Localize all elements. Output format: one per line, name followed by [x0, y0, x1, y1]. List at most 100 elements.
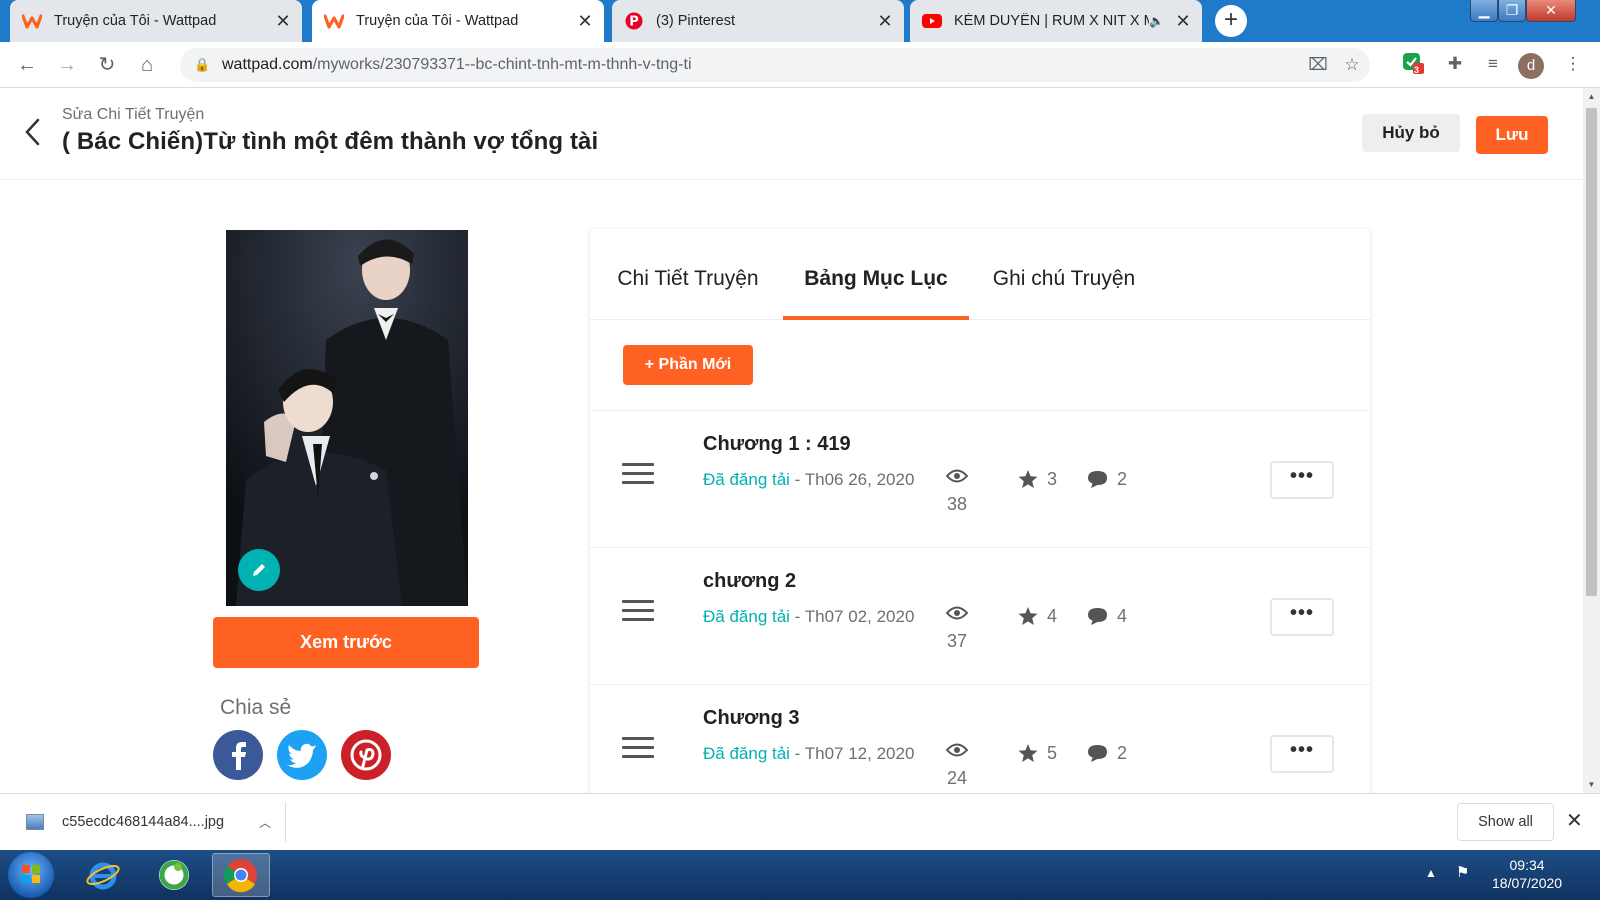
share-label: Chia sẻ: [220, 696, 292, 719]
browser-tab[interactable]: P (3) Pinterest ✕: [612, 0, 904, 42]
coccoc-browser-icon[interactable]: [145, 853, 203, 897]
scroll-up-icon[interactable]: ▲: [1583, 88, 1600, 105]
window-close-button[interactable]: ✕: [1526, 0, 1576, 22]
edit-pencil-icon[interactable]: [238, 549, 280, 591]
browser-tab[interactable]: KÉM DUYÊN | RUM X NIT X M 🔈 ✕: [910, 0, 1202, 42]
extension-shield-icon[interactable]: 3: [1402, 52, 1424, 75]
story-tabs: Chi Tiết Truyện Bảng Mục Lục Ghi chú Tru…: [590, 229, 1370, 320]
download-shelf: c55ecdc468144a84....jpg ︿ Show all ✕: [0, 793, 1600, 850]
comments-count: 4: [1117, 606, 1128, 626]
published-date: - Th06 26, 2020: [789, 470, 915, 489]
cancel-button[interactable]: Hủy bỏ: [1362, 114, 1460, 152]
comments-stat: 2: [1087, 469, 1127, 490]
comment-icon: [1088, 471, 1107, 488]
internet-explorer-icon[interactable]: [74, 853, 132, 897]
drag-handle-icon[interactable]: [622, 463, 654, 489]
twitter-icon[interactable]: [277, 730, 327, 780]
votes-count: 5: [1047, 743, 1058, 763]
comments-count: 2: [1117, 469, 1128, 489]
forward-arrow-icon[interactable]: →: [52, 50, 82, 80]
part-row[interactable]: Chương 1 : 419 Đã đăng tải - Th06 26, 20…: [590, 411, 1370, 548]
part-status: Đã đăng tải - Th07 12, 2020: [703, 744, 914, 764]
download-item[interactable]: c55ecdc468144a84....jpg ︿: [14, 802, 286, 842]
start-button[interactable]: [8, 852, 54, 898]
bookmark-star-icon[interactable]: ☆: [1340, 53, 1364, 77]
new-tab-button[interactable]: +: [1215, 5, 1247, 37]
close-icon[interactable]: ✕: [1566, 808, 1583, 833]
part-title[interactable]: Chương 1 : 419: [703, 433, 851, 456]
views-count: 24: [946, 768, 968, 788]
chrome-taskbar-icon[interactable]: [212, 853, 270, 897]
chrome-menu-icon[interactable]: ⋮: [1562, 53, 1584, 75]
drag-handle-icon[interactable]: [622, 737, 654, 763]
published-label: Đã đăng tải: [703, 744, 790, 763]
tab-table-of-contents[interactable]: Bảng Mục Lục: [783, 229, 969, 320]
scrollbar-thumb[interactable]: [1586, 108, 1597, 596]
tab-close-icon[interactable]: ✕: [576, 11, 594, 32]
tab-story-details[interactable]: Chi Tiết Truyện: [616, 229, 760, 320]
tab-title: KÉM DUYÊN | RUM X NIT X M: [954, 13, 1150, 29]
drag-handle-icon[interactable]: [622, 600, 654, 626]
show-all-button[interactable]: Show all: [1457, 803, 1554, 841]
story-header: Sửa Chi Tiết Truyện ( Bác Chiến)Từ tình …: [0, 88, 1583, 180]
part-row[interactable]: chương 2 Đã đăng tải - Th07 02, 2020 37 …: [590, 548, 1370, 685]
tab-close-icon[interactable]: ✕: [274, 11, 292, 32]
back-chevron-icon[interactable]: [18, 114, 48, 150]
browser-tab-strip: Truyện của Tôi - Wattpad ✕ Truyện của Tô…: [0, 0, 1600, 42]
clock-date: 18/07/2020: [1492, 875, 1563, 891]
home-icon[interactable]: ⌂: [132, 50, 162, 80]
preview-button[interactable]: Xem trước: [213, 617, 479, 668]
tab-close-icon[interactable]: ✕: [1174, 11, 1192, 32]
tab-close-icon[interactable]: ✕: [876, 11, 894, 32]
part-title[interactable]: chương 2: [703, 570, 796, 593]
save-button[interactable]: Lưu: [1476, 116, 1548, 154]
votes-count: 4: [1047, 606, 1058, 626]
browser-tab[interactable]: Truyện của Tôi - Wattpad ✕: [10, 0, 302, 42]
views-count: 37: [946, 631, 968, 651]
extension-badge: 3: [1414, 65, 1420, 75]
facebook-icon[interactable]: [213, 730, 263, 780]
wattpad-page: Sửa Chi Tiết Truyện ( Bác Chiến)Từ tình …: [0, 88, 1583, 793]
download-filename: c55ecdc468144a84....jpg: [62, 814, 225, 830]
wattpad-icon: [22, 11, 42, 31]
media-control-icon[interactable]: ≡: [1482, 53, 1504, 75]
story-title: ( Bác Chiến)Từ tình một đêm thành vợ tổn…: [62, 128, 599, 155]
more-options-button[interactable]: •••: [1270, 461, 1334, 499]
scroll-down-icon[interactable]: ▼: [1583, 776, 1600, 793]
part-row[interactable]: Chương 3 Đã đăng tải - Th07 12, 2020 24 …: [590, 685, 1370, 793]
image-file-icon: [26, 814, 44, 830]
speaker-icon[interactable]: 🔈: [1149, 14, 1164, 28]
page-scrollbar[interactable]: ▲ ▼: [1583, 88, 1600, 793]
comments-count: 2: [1117, 743, 1128, 763]
new-part-button[interactable]: + Phần Mới: [623, 345, 753, 385]
more-options-button[interactable]: •••: [1270, 598, 1334, 636]
chevron-up-icon[interactable]: ︿: [259, 814, 271, 831]
back-arrow-icon[interactable]: ←: [12, 50, 42, 80]
pinterest-share-icon[interactable]: [341, 730, 391, 780]
tab-story-notes[interactable]: Ghi chú Truyện: [992, 229, 1136, 320]
address-bar[interactable]: 🔒 wattpad.com/myworks/230793371--bc-chin…: [180, 48, 1370, 82]
youtube-icon: [922, 11, 942, 31]
taskbar-clock[interactable]: 09:34 18/07/2020: [1492, 856, 1562, 892]
views-stat: 37: [942, 604, 972, 652]
extensions-puzzle-icon[interactable]: ✚: [1444, 53, 1466, 75]
tab-title: (3) Pinterest: [656, 13, 735, 29]
browser-tab-active[interactable]: Truyện của Tôi - Wattpad ✕: [312, 0, 604, 42]
wattpad-icon: [324, 11, 344, 31]
profile-avatar[interactable]: d: [1518, 53, 1544, 79]
comments-stat: 4: [1087, 606, 1127, 627]
pinterest-icon: P: [624, 11, 644, 31]
svg-text:P: P: [629, 15, 639, 30]
votes-stat: 5: [1018, 743, 1057, 764]
part-title[interactable]: Chương 3: [703, 707, 799, 730]
reload-icon[interactable]: ↻: [92, 50, 122, 80]
tray-expand-icon[interactable]: ▲: [1425, 866, 1437, 880]
published-label: Đã đăng tải: [703, 470, 790, 489]
comments-stat: 2: [1087, 743, 1127, 764]
minimize-button[interactable]: ▁: [1470, 0, 1498, 22]
network-icon[interactable]: ⚑: [1456, 863, 1469, 881]
translate-icon[interactable]: ⌧: [1306, 53, 1330, 77]
more-options-button[interactable]: •••: [1270, 735, 1334, 773]
published-date: - Th07 02, 2020: [789, 607, 915, 626]
restore-button[interactable]: ❐: [1498, 0, 1526, 22]
